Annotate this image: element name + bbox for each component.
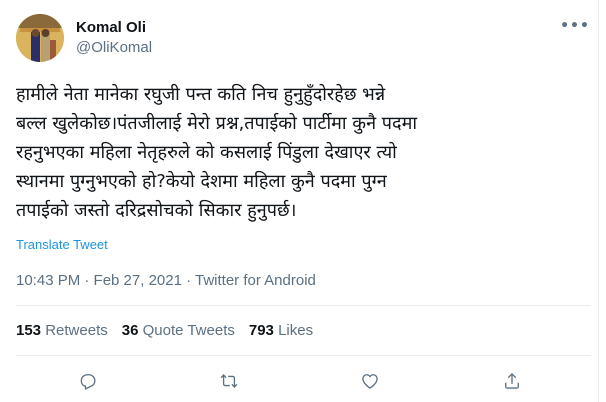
tweet-text: हामीले नेता मानेका रघुजी पन्त कति निच हु… xyxy=(16,84,418,221)
retweets-label: Retweets xyxy=(45,322,108,339)
more-options-button[interactable]: ••• xyxy=(560,14,590,38)
avatar[interactable] xyxy=(16,14,64,62)
share-button[interactable] xyxy=(497,366,527,396)
divider xyxy=(16,305,591,306)
likes-count: 793 xyxy=(248,322,274,339)
author-handle[interactable]: @OliKomal xyxy=(76,39,152,56)
avatar-image xyxy=(16,14,64,62)
translate-tweet-link[interactable]: Translate Tweet xyxy=(16,237,108,252)
retweets-stat[interactable]: 153 Retweets xyxy=(16,322,108,339)
more-icon: ••• xyxy=(560,18,590,34)
retweet-icon xyxy=(220,374,238,388)
quote-tweets-label: Quote Tweets xyxy=(142,322,235,339)
reply-button[interactable] xyxy=(73,366,103,396)
like-button[interactable] xyxy=(355,366,385,396)
tweet-stats: 153 Retweets 36 Quote Tweets 793 Likes xyxy=(16,322,313,339)
reply-icon xyxy=(80,374,96,390)
quote-tweets-stat[interactable]: 36 Quote Tweets xyxy=(122,322,235,339)
share-icon xyxy=(505,372,519,389)
likes-label: Likes xyxy=(278,322,314,339)
divider xyxy=(16,355,591,356)
action-bar xyxy=(0,366,599,396)
tweet-timestamp[interactable]: 10:43 PM · Feb 27, 2021 · Twitter for An… xyxy=(16,272,316,289)
author-name[interactable]: Komal Oli xyxy=(76,19,146,36)
retweets-count: 153 xyxy=(16,322,42,339)
retweet-button[interactable] xyxy=(214,366,244,396)
likes-stat[interactable]: 793 Likes xyxy=(249,322,313,339)
quote-tweets-count: 36 xyxy=(121,322,139,339)
tweet-card: Komal Oli @OliKomal ••• हामीले नेता माने… xyxy=(0,0,599,402)
like-icon xyxy=(362,374,378,389)
